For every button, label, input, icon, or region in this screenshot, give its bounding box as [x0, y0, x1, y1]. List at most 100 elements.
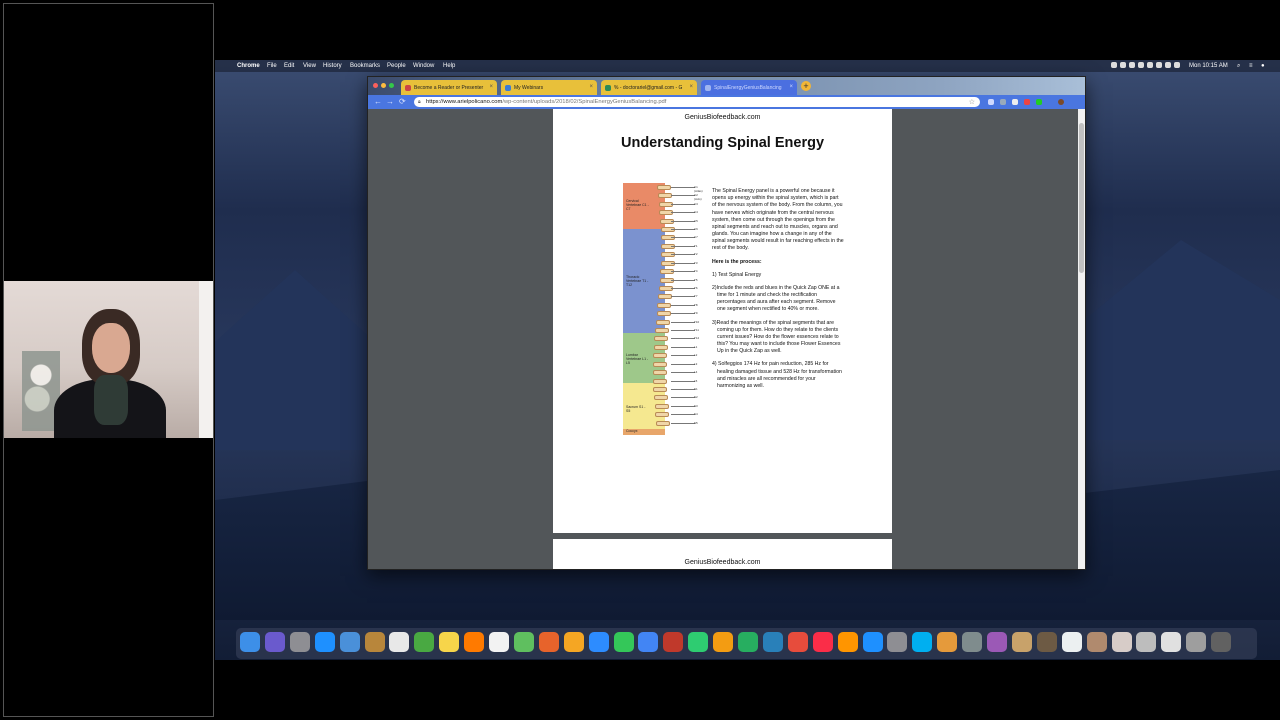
launchpad-icon[interactable] — [289, 632, 310, 652]
calendar-icon[interactable] — [389, 632, 410, 652]
reminders-icon[interactable] — [489, 632, 509, 652]
bookmark-star-icon[interactable]: ☆ — [969, 98, 975, 106]
profile-avatar-icon[interactable] — [1058, 99, 1064, 105]
close-window-button[interactable] — [373, 83, 378, 88]
tab-my-webinars[interactable]: My Webinars × — [501, 80, 597, 95]
tab-spinal-energy-pdf[interactable]: SpinalEnergyGeniusBalancing × — [701, 80, 797, 95]
tab-gmail-sheet[interactable]: % - doctorariel@gmail.com - G × — [601, 80, 697, 95]
zoom-window-button[interactable] — [389, 83, 394, 88]
contacts-icon[interactable] — [364, 632, 385, 652]
maps-icon[interactable] — [513, 632, 534, 652]
control-center-icon[interactable]: ≡ — [1249, 63, 1253, 69]
menu-clock[interactable]: Mon 10:15 AM — [1189, 63, 1228, 69]
skype-icon[interactable] — [912, 632, 933, 652]
keynote-icon[interactable] — [762, 632, 783, 652]
system-preferences-icon[interactable] — [887, 632, 908, 652]
menu-bookmarks[interactable]: Bookmarks — [350, 63, 380, 69]
menu-edit[interactable]: Edit — [284, 63, 294, 69]
menu-file[interactable]: File — [267, 63, 277, 69]
lock-icon[interactable]: 🔒︎ — [418, 99, 421, 105]
chrome-icon[interactable] — [638, 632, 659, 652]
firefox-icon[interactable] — [464, 632, 485, 652]
vertebral-column — [653, 183, 675, 435]
colorsync-icon[interactable] — [987, 632, 1007, 652]
address-bar[interactable]: 🔒︎ https://www.arielpolicano.com/wp-cont… — [414, 97, 980, 107]
doc7-icon[interactable] — [1161, 632, 1182, 652]
doc8-icon[interactable] — [1186, 632, 1207, 652]
tab-close-icon[interactable]: × — [689, 84, 693, 90]
pdf-viewer[interactable]: GeniusBiofeedback.com Understanding Spin… — [368, 109, 1085, 569]
segment-label: S3 — [694, 403, 698, 408]
menu-people[interactable]: People — [387, 63, 406, 69]
notes-icon[interactable] — [439, 632, 460, 652]
volume-icon[interactable] — [1174, 62, 1180, 68]
user-avatar-icon[interactable]: ● — [1261, 63, 1265, 69]
status-icon-2[interactable] — [1120, 62, 1126, 68]
app-store-icon[interactable] — [862, 632, 883, 652]
menu-app-name[interactable]: Chrome — [237, 63, 260, 69]
forward-button[interactable]: → — [386, 97, 394, 106]
doc4-icon[interactable] — [1086, 632, 1107, 652]
spotlight-icon[interactable]: ⌕ — [1237, 63, 1240, 70]
vertebra — [657, 185, 671, 190]
doc3-icon[interactable] — [1061, 632, 1082, 652]
status-icon-3[interactable] — [1129, 62, 1135, 68]
new-tab-button[interactable]: + — [801, 81, 811, 91]
tab-close-icon[interactable]: × — [489, 84, 493, 90]
extension-icon-4[interactable] — [1024, 99, 1030, 105]
trash-icon[interactable] — [1211, 632, 1232, 652]
presenter-scarf — [94, 375, 128, 425]
status-icon-4[interactable] — [1138, 62, 1144, 68]
photo-booth-icon[interactable] — [663, 632, 684, 652]
preview-icon[interactable] — [339, 632, 360, 652]
vertebra — [657, 193, 672, 199]
step-4: 4) Solfeggios 174 Hz for pain reduction,… — [712, 361, 842, 389]
safari-icon[interactable] — [314, 632, 335, 652]
zoom-icon[interactable] — [588, 632, 609, 652]
facetime-icon[interactable] — [688, 632, 709, 652]
status-icon-6[interactable] — [1156, 62, 1162, 68]
music-icon[interactable] — [812, 632, 833, 652]
segment-line — [671, 338, 695, 340]
news-icon[interactable] — [787, 632, 808, 652]
extension-icon-3[interactable] — [1012, 99, 1018, 105]
status-icon-5[interactable] — [1147, 62, 1153, 68]
tab-close-icon[interactable]: × — [589, 84, 593, 90]
finder-icon[interactable] — [240, 632, 260, 652]
books-icon[interactable] — [837, 632, 858, 652]
doc2-icon[interactable] — [1036, 632, 1057, 652]
messages-icon[interactable] — [613, 632, 634, 652]
menu-view[interactable]: View — [303, 63, 316, 69]
doc1-icon[interactable] — [1011, 632, 1032, 652]
numbers-icon[interactable] — [738, 632, 758, 652]
photo-editor-icon[interactable] — [538, 632, 559, 652]
storage-icon[interactable] — [962, 632, 983, 652]
siri-icon[interactable] — [264, 632, 285, 652]
doc6-icon[interactable] — [1136, 632, 1157, 652]
extension-icon-1[interactable] — [988, 99, 994, 105]
extension-icon-5[interactable] — [1036, 99, 1042, 105]
minimize-window-button[interactable] — [381, 83, 386, 88]
photos-icon[interactable] — [563, 632, 584, 652]
menu-history[interactable]: History — [323, 63, 342, 69]
reload-button[interactable]: ⟳ — [399, 97, 406, 106]
menu-help[interactable]: Help — [443, 63, 455, 69]
genius-icon[interactable] — [937, 632, 958, 652]
segment-label: T6 — [694, 285, 698, 290]
doc5-icon[interactable] — [1111, 632, 1132, 652]
tab-close-icon[interactable]: × — [789, 84, 793, 90]
back-button[interactable]: ← — [374, 97, 382, 106]
status-icon-1[interactable] — [1111, 62, 1117, 68]
scrollbar-thumb[interactable] — [1079, 123, 1084, 273]
extension-icon-2[interactable] — [1000, 99, 1006, 105]
evernote-icon[interactable] — [414, 632, 435, 652]
pdf-page-2: GeniusBiofeedback.com — [553, 539, 892, 569]
lumbar-label: Lumbar Vertebrae L1 - L5 — [626, 353, 649, 366]
scrollbar[interactable] — [1078, 109, 1085, 569]
background-window — [199, 281, 213, 438]
pages-icon[interactable] — [713, 632, 734, 652]
menu-window[interactable]: Window — [413, 63, 434, 69]
wifi-icon[interactable] — [1165, 62, 1171, 68]
tab-become-reader[interactable]: Become a Reader or Presenter × — [401, 80, 497, 95]
tab-favicon — [605, 85, 611, 91]
